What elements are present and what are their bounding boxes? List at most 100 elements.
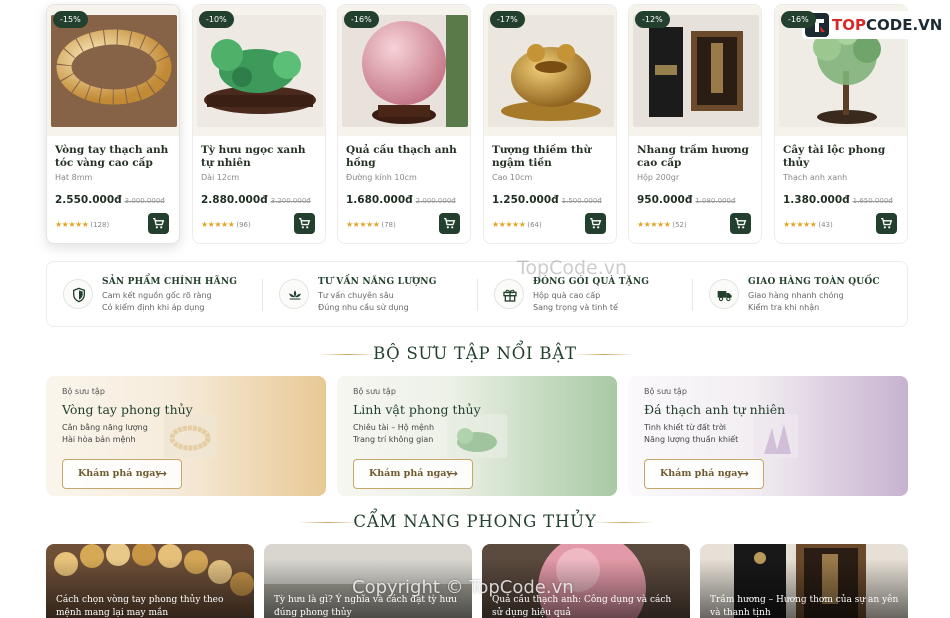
collection-line: Hài hòa bản mệnh [62,435,136,444]
add-to-cart-button[interactable] [294,213,315,234]
product-rating: ★★★★★ (52) [637,220,687,229]
arrow-right-icon: → [157,467,167,480]
feature-icon-circle [279,279,309,309]
product-price: 2.880.000đ 3.200.000đ [201,194,311,206]
feature-item: TƯ VẤN NĂNG LƯỢNG Tư vấn chuyên sâu Đúng… [263,262,478,328]
feature-line: Đúng nhu cầu sử dụng [318,303,409,312]
cart-icon [444,217,456,229]
logo-text-suffix: CODE.VN [865,16,943,34]
collections-heading: BỘ SƯU TẬP NỔI BẬT [373,344,577,363]
blog-title[interactable]: Trầm hương – Hương thơm của sự an yên và… [710,594,900,618]
old-price: 1.080.000đ [695,197,736,205]
collection-thumbnail [164,414,216,458]
explore-button-label: Khám phá ngay [78,468,161,479]
product-card[interactable]: -10% Tỳ hưu ngọc xanh tự nhiên Dài 12cm … [192,4,326,244]
product-card[interactable]: -17% Tượng thiềm thừ ngậm tiền Cao 10cm … [483,4,617,244]
discount-badge: -15% [53,11,88,28]
product-name[interactable]: Nhang trầm hương cao cấp [637,144,757,170]
guide-heading: CẨM NANG PHONG THỦY [353,512,597,531]
arrow-right-icon: → [448,467,458,480]
explore-button-label: Khám phá ngay [660,468,743,479]
collection-line: Chiêu tài – Hộ mệnh [353,423,435,432]
product-card[interactable]: -15% Vòng tay thạch anh tóc vàng cao cấp… [46,4,180,244]
review-count: (96) [236,221,251,229]
blog-card[interactable]: Trầm hương – Hương thơm của sự an yên và… [700,544,908,618]
product-price: 1.380.000đ 1.650.000đ [783,194,893,206]
current-price: 950.000đ [637,194,693,206]
collection-thumbnail [754,414,798,458]
explore-button[interactable]: Khám phá ngay → [644,459,764,489]
product-spec: Dài 12cm [201,173,240,182]
product-rating: ★★★★★ (96) [201,220,251,229]
product-image[interactable] [342,15,468,127]
product-rating: ★★★★★ (78) [346,220,396,229]
add-to-cart-button[interactable] [585,213,606,234]
collection-tag: Bộ sưu tập [62,387,105,396]
add-to-cart-button[interactable] [876,213,897,234]
add-to-cart-button[interactable] [730,213,751,234]
feature-line: Tư vấn chuyên sâu [318,291,394,300]
cart-icon [299,217,311,229]
product-name[interactable]: Quả cầu thạch anh hồng [346,144,466,170]
product-name[interactable]: Tượng thiềm thừ ngậm tiền [492,144,612,170]
review-count: (128) [90,221,110,229]
product-image[interactable] [488,15,614,127]
collection-line: Cân bằng năng lượng [62,423,148,432]
feature-line: Sang trọng và tinh tế [533,303,618,312]
product-card[interactable]: -12% Nhang trầm hương cao cấp Hộp 200gr … [628,4,762,244]
copyright-watermark: Copyright © TopCode.vn [352,577,574,598]
discount-badge: -10% [199,11,234,28]
product-name[interactable]: Cây tài lộc phong thủy [783,144,903,170]
heading-ornament [594,522,654,523]
current-price: 1.380.000đ [783,194,850,206]
review-count: (52) [672,221,687,229]
feature-line: Có kiểm định khi áp dụng [102,303,205,312]
arrow-right-icon: → [739,467,749,480]
cart-icon [590,217,602,229]
old-price: 1.650.000đ [852,197,893,205]
product-card[interactable]: -16% Quả cầu thạch anh hồng Đường kính 1… [337,4,471,244]
explore-button[interactable]: Khám phá ngay → [62,459,182,489]
product-spec: Cao 10cm [492,173,533,182]
product-spec: Hạt 8mm [55,173,93,182]
collection-card[interactable]: Bộ sưu tập Vòng tay phong thủy Cân bằng … [46,376,326,496]
product-spec: Đường kính 10cm [346,173,417,182]
feature-line: Cam kết nguồn gốc rõ ràng [102,291,212,300]
blog-card[interactable]: Cách chọn vòng tay phong thủy theo mệnh … [46,544,254,618]
blog-title[interactable]: Cách chọn vòng tay phong thủy theo mệnh … [56,594,246,618]
product-price: 2.550.000đ 3.000.000đ [55,194,165,206]
product-image[interactable] [633,15,759,127]
old-price: 1.500.000đ [561,197,602,205]
feature-line: Hộp quà cao cấp [533,291,601,300]
add-to-cart-button[interactable] [148,213,169,234]
star-icons: ★★★★★ [492,220,526,229]
add-to-cart-button[interactable] [439,213,460,234]
collection-line: Năng lượng thuần khiết [644,435,739,444]
truck-icon [717,291,732,302]
product-image[interactable] [197,15,323,127]
collection-card[interactable]: Bộ sưu tập Đá thạch anh tự nhiên Tinh kh… [628,376,908,496]
product-card[interactable]: -16% Cây tài lộc phong thủy Thạch anh xa… [774,4,908,244]
review-count: (78) [381,221,396,229]
current-price: 2.550.000đ [55,194,122,206]
collection-title: Đá thạch anh tự nhiên [644,402,786,417]
product-image[interactable] [51,15,177,127]
lotus-icon [289,290,301,300]
collection-card[interactable]: Bộ sưu tập Linh vật phong thủy Chiêu tài… [337,376,617,496]
discount-badge: -16% [344,11,379,28]
product-name[interactable]: Tỳ hưu ngọc xanh tự nhiên [201,144,321,170]
product-name[interactable]: Vòng tay thạch anh tóc vàng cao cấp [55,144,175,170]
discount-badge: -12% [635,11,670,28]
product-spec: Hộp 200gr [637,173,680,182]
feature-icon-circle [494,279,524,309]
product-spec: Thạch anh xanh [783,173,848,182]
cart-icon [153,217,165,229]
explore-button[interactable]: Khám phá ngay → [353,459,473,489]
star-icons: ★★★★★ [637,220,671,229]
cart-icon [735,217,747,229]
feature-icon-circle [709,279,739,309]
product-rating: ★★★★★ (64) [492,220,542,229]
topcode-logo: TOPCODE.VN [802,11,942,39]
heading-ornament [574,354,634,355]
star-icons: ★★★★★ [346,220,380,229]
